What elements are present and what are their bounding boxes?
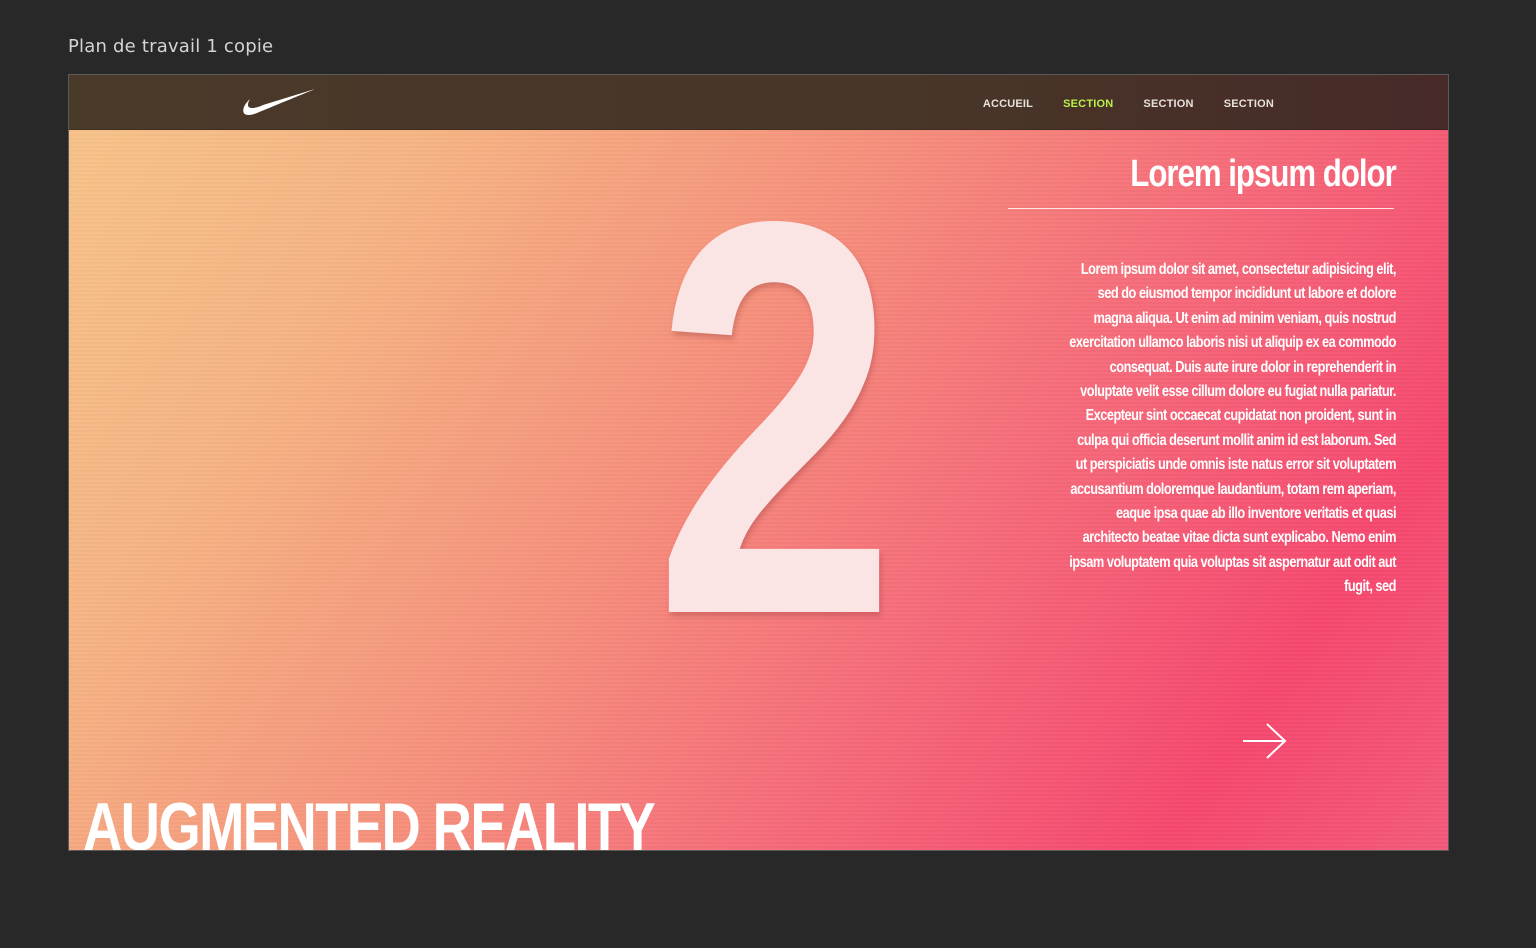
hero-title: Lorem ipsum dolor [1130,153,1397,195]
main-nav: ACCUEIL SECTION SECTION SECTION [983,75,1274,129]
swoosh-icon[interactable] [241,87,317,117]
nav-item-accueil[interactable]: ACCUEIL [983,94,1033,110]
nav-item-section-2[interactable]: SECTION [1143,94,1193,110]
artboard: ACCUEIL SECTION SECTION SECTION 2 Lorem … [68,74,1449,851]
artboard-label: Plan de travail 1 copie [68,36,274,57]
body-paragraph: Lorem ipsum dolor sit amet, consectetur … [1069,261,1396,596]
nav-item-section-active[interactable]: SECTION [1063,94,1113,110]
title-divider [1008,208,1394,209]
footer-title: AUGMENTED REALITY [83,789,656,851]
section-number: 2 [653,105,897,731]
arrow-right-icon[interactable] [1241,721,1289,761]
nav-item-section-3[interactable]: SECTION [1224,94,1274,110]
